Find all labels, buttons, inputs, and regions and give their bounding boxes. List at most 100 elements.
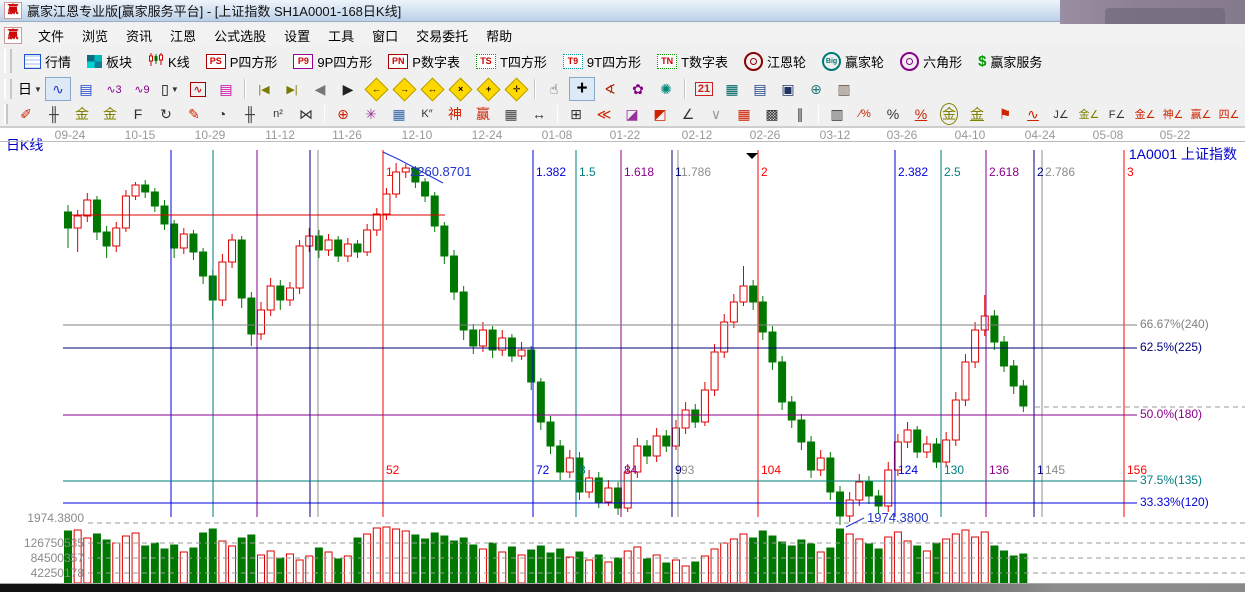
menu-trade[interactable]: 交易委托 [408,24,476,47]
fan-box-button[interactable]: ◪ [619,102,645,126]
spiral-button[interactable]: ↻ [153,102,179,126]
t-number-button[interactable]: TN T数字表 [649,48,736,75]
crosshair-button[interactable]: + [569,77,595,101]
toolbar-grip[interactable] [4,49,12,73]
expand-x-button[interactable]: × [447,76,473,102]
p-number-button[interactable]: PN P数字表 [380,48,468,75]
grid-target-button[interactable]: ▦ [386,102,412,126]
fan-grid-button[interactable]: ◩ [647,102,673,126]
web-sync-button[interactable]: ⊕ [803,77,829,101]
zoom-all-button[interactable]: ✛ [503,76,529,102]
toolbar-grip[interactable] [4,78,12,100]
f-angle-button[interactable]: F∠ [1104,102,1130,126]
angle-measure-button[interactable]: ∢ [597,77,623,101]
remote-pc-button[interactable]: ▥ [831,77,857,101]
winner-wheel-button[interactable]: Big 赢家轮 [814,48,892,75]
gann-clock-button[interactable]: ◔ [209,102,235,126]
period-dropdown-button[interactable]: 日 ▼ [17,77,43,101]
fib-comb-button[interactable]: F [125,102,151,126]
grid-123-button[interactable]: ▦ [498,102,524,126]
scale-list-button[interactable]: ▥ [824,102,850,126]
calendar-button[interactable]: 21 [691,77,717,101]
calculator-button[interactable]: ▦ [719,77,745,101]
k-note-button[interactable]: K″ [414,102,440,126]
target-button[interactable]: ⊕ [330,102,356,126]
menu-help[interactable]: 帮助 [478,24,520,47]
grid-red-button[interactable]: ▦ [731,102,757,126]
n-square-button[interactable]: n² [265,102,291,126]
shen-angle-button[interactable]: 神∠ [1160,102,1186,126]
t-square-button[interactable]: TS T四方形 [468,48,555,75]
kline-chart-canvas[interactable] [0,128,1245,583]
ying-angle-button[interactable]: 赢∠ [1188,102,1214,126]
si-angle-button[interactable]: 四∠ [1216,102,1242,126]
tick-comb-button[interactable]: ╫ [237,102,263,126]
gold-comb2-button[interactable]: 金 [97,102,123,126]
zoom-in-button[interactable]: + [475,76,501,102]
starburst-button[interactable]: ✳ [358,102,384,126]
pct-slash-button[interactable]: ∕% [852,102,878,126]
mirror-fan-button[interactable]: ⋈ [293,102,319,126]
wave9-button[interactable]: ∿9 [129,77,155,101]
red-pattern-button[interactable]: ∿ [185,77,211,101]
hexagon-button[interactable]: 六角形 [892,48,970,75]
info-list-button[interactable]: ▤ [73,77,99,101]
notes-button[interactable]: ▤ [747,77,773,101]
angle-line-button[interactable]: ∠ [675,102,701,126]
gold-circle-button[interactable]: 金 [936,102,962,126]
title-bar[interactable]: 赢 赢家江恩专业版[赢家服务平台] - [上证指数 SH1A0001-168日K… [0,0,1060,22]
compress-x-button[interactable]: ↔ [419,76,445,102]
grid-dark-button[interactable]: ▩ [759,102,785,126]
winner-service-button[interactable]: $ 赢家服务 [970,48,1050,75]
draw-line-button[interactable]: ∿ [45,77,71,101]
gann-wheel-button[interactable]: 江恩轮 [736,48,814,75]
hand-tool-button[interactable]: ☝ [541,77,567,101]
gold2-angle-button[interactable]: 金∠ [1132,102,1158,126]
t9-square-button[interactable]: T9 9T四方形 [555,48,649,75]
menu-tools[interactable]: 工具 [320,24,362,47]
menu-file[interactable]: 文件 [30,24,72,47]
wave3-button[interactable]: ∿3 [101,77,127,101]
gold-line-button[interactable]: 金 [964,102,990,126]
save-button[interactable]: ▣ [775,77,801,101]
j-angle-button[interactable]: J∠ [1048,102,1074,126]
gold-comb-button[interactable]: 金 [69,102,95,126]
pct-line-button[interactable]: % [908,102,934,126]
quotes-button[interactable]: 行情 [16,48,79,75]
parallel-button[interactable]: ∥ [787,102,813,126]
menu-news[interactable]: 资讯 [118,24,160,47]
v-line-button[interactable]: ∨ [703,102,729,126]
profile-chart-button[interactable]: ▤ [213,77,239,101]
prev-bar-button[interactable]: ◀ [307,77,333,101]
menu-window[interactable]: 窗口 [364,24,406,47]
toolbar-grip[interactable] [4,104,8,124]
p-square-button[interactable]: PS P四方形 [198,48,286,75]
flower-tool-button[interactable]: ✿ [625,77,651,101]
p9-square-button[interactable]: P9 9P四方形 [285,48,380,75]
wave-band-button[interactable]: ∿ [1020,102,1046,126]
spiro-tool-button[interactable]: ✺ [653,77,679,101]
candle-style-button[interactable]: ▯ ▼ [157,77,183,101]
sectors-button[interactable]: 板块 [79,48,140,75]
brush-tool-button[interactable]: ✐ [13,102,39,126]
mark-flag-button[interactable]: ⚑ [992,102,1018,126]
shen-comb-button[interactable]: 神 [442,102,468,126]
box-tool-button[interactable]: ⊞ [563,102,589,126]
first-bar-button[interactable]: |◀ [251,77,277,101]
kline-button[interactable]: K线 [140,48,198,75]
menu-formula-stockpick[interactable]: 公式选股 [206,24,274,47]
pct-button[interactable]: % [880,102,906,126]
time-comb-button[interactable]: ╫ [41,102,67,126]
ying-comb-button[interactable]: 赢 [470,102,496,126]
measure-brush-button[interactable]: ✎ [181,102,207,126]
span-arrow-button[interactable]: ↔ [526,102,552,126]
menu-browse[interactable]: 浏览 [74,24,116,47]
menu-gann[interactable]: 江恩 [162,24,204,47]
gold-angle-button[interactable]: 金∠ [1076,102,1102,126]
fan-lines-button[interactable]: ≪ [591,102,617,126]
shift-right-button[interactable]: → [391,76,417,102]
last-bar-button[interactable]: ▶| [279,77,305,101]
shift-left-button[interactable]: ← [363,76,389,102]
menu-settings[interactable]: 设置 [276,24,318,47]
next-bar-button[interactable]: ▶ [335,77,361,101]
